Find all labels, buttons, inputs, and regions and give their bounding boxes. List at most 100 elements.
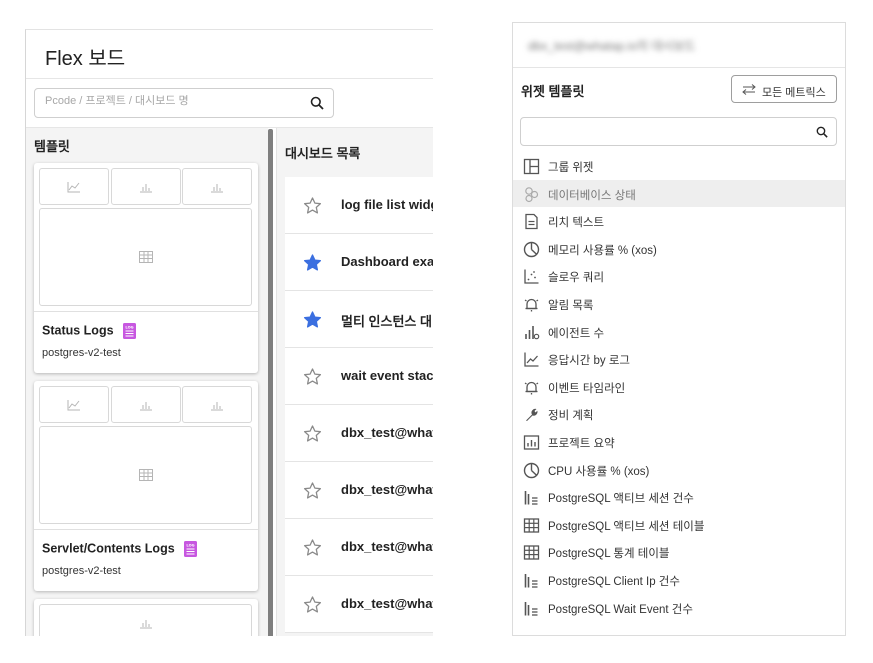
star-outline-icon[interactable]	[303, 538, 322, 557]
widget-template-label: CPU 사용률 % (xos)	[548, 465, 650, 478]
widget-template-item[interactable]: CPU 사용률 % (xos)	[513, 456, 845, 484]
board-search-input[interactable]	[45, 95, 295, 107]
widget-template-item[interactable]: PostgreSQL 액티브 세션 건수	[513, 483, 845, 511]
bell-icon	[524, 381, 539, 395]
dashboard-name[interactable]: log file list widg	[341, 197, 433, 212]
dashboard-list-item[interactable]: Dashboard exa	[285, 234, 433, 291]
widget-template-label: 데이터베이스 상태	[548, 189, 636, 202]
all-metrics-button[interactable]: 모든 메트릭스	[731, 75, 837, 103]
template-card[interactable]	[34, 599, 258, 636]
dashboard-list-item[interactable]: log file list widg	[285, 177, 433, 234]
dashboard-list-item[interactable]: dbx_test@what	[285, 519, 433, 576]
mini-preview-bar	[182, 386, 252, 423]
template-card[interactable]: Servlet/Contents Logs LOG postgres-v2-te…	[34, 381, 258, 591]
widget-template-item[interactable]: 메모리 사용률 % (xos)	[513, 235, 845, 263]
dashboard-name[interactable]: 멀티 인스턴스 대	[341, 311, 432, 330]
dashboard-list-item[interactable]: 멀티 인스턴스 대	[285, 291, 433, 348]
widget-template-item[interactable]: 이벤트 타임라인	[513, 373, 845, 401]
widget-template-item[interactable]: 그룹 위젯	[513, 152, 845, 180]
widget-search-box[interactable]	[520, 117, 837, 146]
widget-template-label: PostgreSQL 통계 테이블	[548, 548, 670, 561]
database-status-icon	[525, 186, 539, 202]
widget-template-item[interactable]: 프로젝트 요약	[513, 428, 845, 456]
star-outline-icon[interactable]	[303, 595, 322, 614]
table-icon	[523, 545, 540, 560]
widget-template-item[interactable]: PostgreSQL 통계 테이블	[513, 538, 845, 566]
log-badge-icon: LOG	[184, 541, 198, 557]
widget-template-item[interactable]: 에이전트 수	[513, 318, 845, 346]
star-outline-icon[interactable]	[303, 481, 322, 500]
star-outline-icon[interactable]	[303, 424, 322, 443]
template-card[interactable]: Status Logs LOG postgres-v2-test	[34, 163, 258, 373]
star-outline-icon[interactable]	[303, 367, 322, 386]
dashboard-name[interactable]: dbx_test@what	[341, 425, 433, 440]
widget-template-item[interactable]: PostgreSQL 액티브 세션 테이블	[513, 511, 845, 539]
widget-template-title: 위젯 템플릿	[521, 84, 585, 99]
log-badge-icon: LOG	[123, 323, 137, 339]
dashboard-name[interactable]: Dashboard exa	[341, 254, 433, 269]
divider	[513, 67, 845, 68]
widget-template-label: 메모리 사용률 % (xos)	[548, 244, 657, 257]
bar-list-icon	[524, 491, 538, 505]
widget-template-item[interactable]: 알림 목록	[513, 290, 845, 318]
pie-chart-icon	[523, 241, 540, 257]
dashboard-name[interactable]: wait event stac	[341, 368, 433, 383]
star-outline-icon[interactable]	[303, 196, 322, 215]
bar-chart-icon	[139, 619, 152, 628]
widget-template-item[interactable]: PostgreSQL Wait Event 건수	[513, 594, 845, 622]
widget-template-label: PostgreSQL Wait Event 건수	[548, 603, 693, 616]
widget-template-item[interactable]: PostgreSQL Client Ip 건수	[513, 566, 845, 594]
dashboard-list-item[interactable]: dbx_test@what	[285, 576, 433, 633]
widget-template-item[interactable]: 정비 계획	[513, 400, 845, 428]
bar-chart-icon	[211, 401, 223, 410]
flex-board-panel: Flex 보드 템플릿 Status Log	[25, 29, 433, 636]
big-preview-table	[39, 426, 252, 524]
bar-chart-icon	[140, 183, 152, 192]
dashboard-list: log file list widg Dashboard exa 멀티 인스턴스 대…	[285, 177, 433, 633]
widget-template-item[interactable]: 응답시간 by 로그	[513, 345, 845, 373]
mini-preview-line	[39, 386, 109, 423]
bar-chart-icon	[140, 401, 152, 410]
mini-preview-bar	[111, 168, 181, 205]
rich-text-icon	[525, 214, 538, 230]
widget-template-label: 슬로우 쿼리	[548, 272, 605, 285]
dashboard-list-item[interactable]: wait event stac	[285, 348, 433, 405]
big-preview-table	[39, 208, 252, 306]
svg-text:LOG: LOG	[187, 544, 195, 548]
templates-header: 템플릿	[34, 139, 70, 154]
dashboard-name[interactable]: dbx_test@what	[341, 539, 433, 554]
table-icon	[138, 469, 153, 481]
dashboard-list-item[interactable]: dbx_test@what	[285, 405, 433, 462]
dashboard-name[interactable]: dbx_test@what	[341, 482, 433, 497]
template-name-text: Status Logs	[42, 323, 114, 338]
star-filled-icon[interactable]	[303, 310, 322, 329]
dashboards-header: 대시보드 목록	[285, 146, 361, 161]
dashboard-name[interactable]: dbx_test@what	[341, 596, 433, 611]
mini-preview-bar	[39, 604, 252, 636]
widget-template-item[interactable]: 데이터베이스 상태	[513, 179, 845, 208]
bar-list-icon	[524, 573, 538, 588]
widget-template-item[interactable]: 슬로우 쿼리	[513, 262, 845, 290]
mini-preview-bar	[111, 386, 181, 423]
templates-scrollbar[interactable]	[268, 129, 273, 636]
star-filled-icon[interactable]	[303, 253, 322, 272]
search-icon[interactable]	[310, 96, 324, 110]
all-metrics-label: 모든 메트릭스	[762, 87, 826, 99]
board-search-box[interactable]	[34, 88, 334, 118]
table-icon	[523, 518, 540, 533]
swap-icon	[742, 84, 756, 95]
svg-text:LOG: LOG	[125, 326, 133, 330]
bar-chart-icon	[211, 183, 223, 192]
widget-template-item[interactable]: 리치 텍스트	[513, 207, 845, 235]
bell-icon	[524, 298, 539, 312]
templates-column: 템플릿 Status Logs LOG postgres-v2-test Ser…	[26, 128, 268, 636]
project-summary-icon	[523, 435, 540, 450]
mini-preview-bar	[182, 168, 252, 205]
divider	[34, 529, 258, 530]
dashboard-owner-label: dbx_test@whatap.io의 대시보드	[528, 39, 696, 53]
widget-search-input[interactable]	[529, 124, 799, 139]
widget-template-label: 그룹 위젯	[548, 162, 594, 174]
template-subtitle: postgres-v2-test	[42, 565, 121, 577]
dashboard-list-item[interactable]: dbx_test@what	[285, 462, 433, 519]
search-icon[interactable]	[816, 126, 828, 138]
